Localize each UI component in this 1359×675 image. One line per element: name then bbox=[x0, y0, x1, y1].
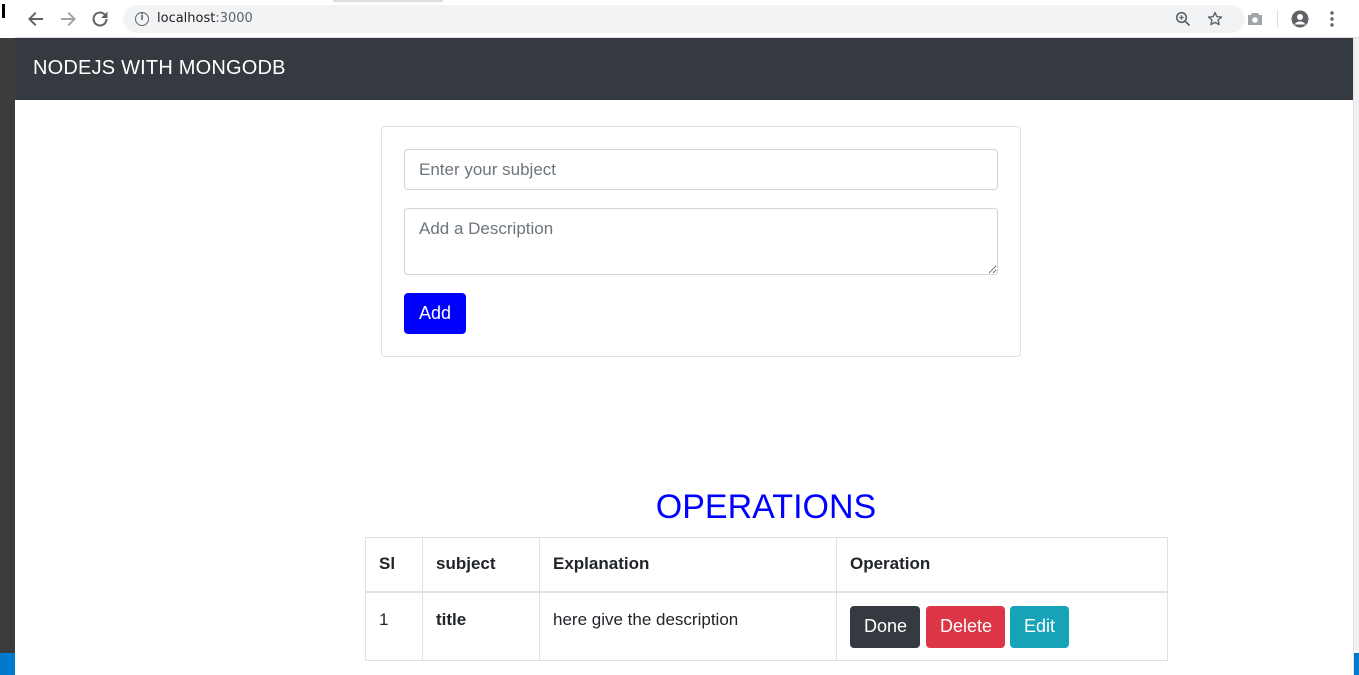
add-form-card: Add bbox=[381, 126, 1021, 357]
subject-input[interactable] bbox=[404, 149, 998, 190]
description-textarea[interactable] bbox=[404, 208, 998, 275]
address-bar[interactable]: i localhost:3000 bbox=[123, 5, 1245, 33]
edit-button[interactable]: Edit bbox=[1010, 605, 1069, 648]
editor-frame-left bbox=[0, 0, 15, 675]
reload-icon[interactable] bbox=[89, 8, 111, 30]
star-icon[interactable] bbox=[1205, 9, 1225, 29]
cell-subject: title bbox=[422, 591, 540, 661]
zoom-icon[interactable] bbox=[1173, 9, 1193, 29]
column-header-operation: Operation bbox=[836, 537, 1168, 593]
info-icon[interactable]: i bbox=[135, 12, 149, 26]
back-arrow-icon[interactable] bbox=[25, 8, 47, 30]
camera-icon[interactable] bbox=[1245, 9, 1265, 29]
account-icon[interactable] bbox=[1290, 9, 1310, 29]
operations-title: OPERATIONS bbox=[655, 488, 877, 526]
column-header-sl: Sl bbox=[365, 537, 423, 593]
url-text: localhost:3000 bbox=[157, 11, 253, 26]
add-button[interactable]: Add bbox=[404, 293, 466, 334]
navbar-brand[interactable]: NODEJS WITH MONGODB bbox=[33, 57, 286, 80]
menu-dots-icon[interactable] bbox=[1322, 9, 1342, 29]
done-button[interactable]: Done bbox=[850, 605, 920, 648]
cell-explanation: here give the description bbox=[539, 591, 837, 661]
scrollbar-track[interactable] bbox=[1353, 38, 1359, 675]
column-header-subject: subject bbox=[422, 537, 540, 593]
cell-sl: 1 bbox=[365, 591, 423, 661]
delete-button[interactable]: Delete bbox=[926, 605, 1005, 648]
forward-arrow-icon[interactable] bbox=[57, 8, 79, 30]
table-header-row: Sl subject Explanation Operation bbox=[365, 537, 1168, 593]
table-row: 1 title here give the description Done De… bbox=[365, 591, 1168, 661]
navbar: NODEJS WITH MONGODB bbox=[15, 38, 1353, 100]
browser-toolbar: i localhost:3000 bbox=[15, 0, 1359, 38]
column-header-explanation: Explanation bbox=[539, 537, 837, 593]
cell-operation: Done Delete Edit bbox=[836, 591, 1168, 661]
operations-table: Sl subject Explanation Operation 1 title… bbox=[365, 537, 1168, 661]
